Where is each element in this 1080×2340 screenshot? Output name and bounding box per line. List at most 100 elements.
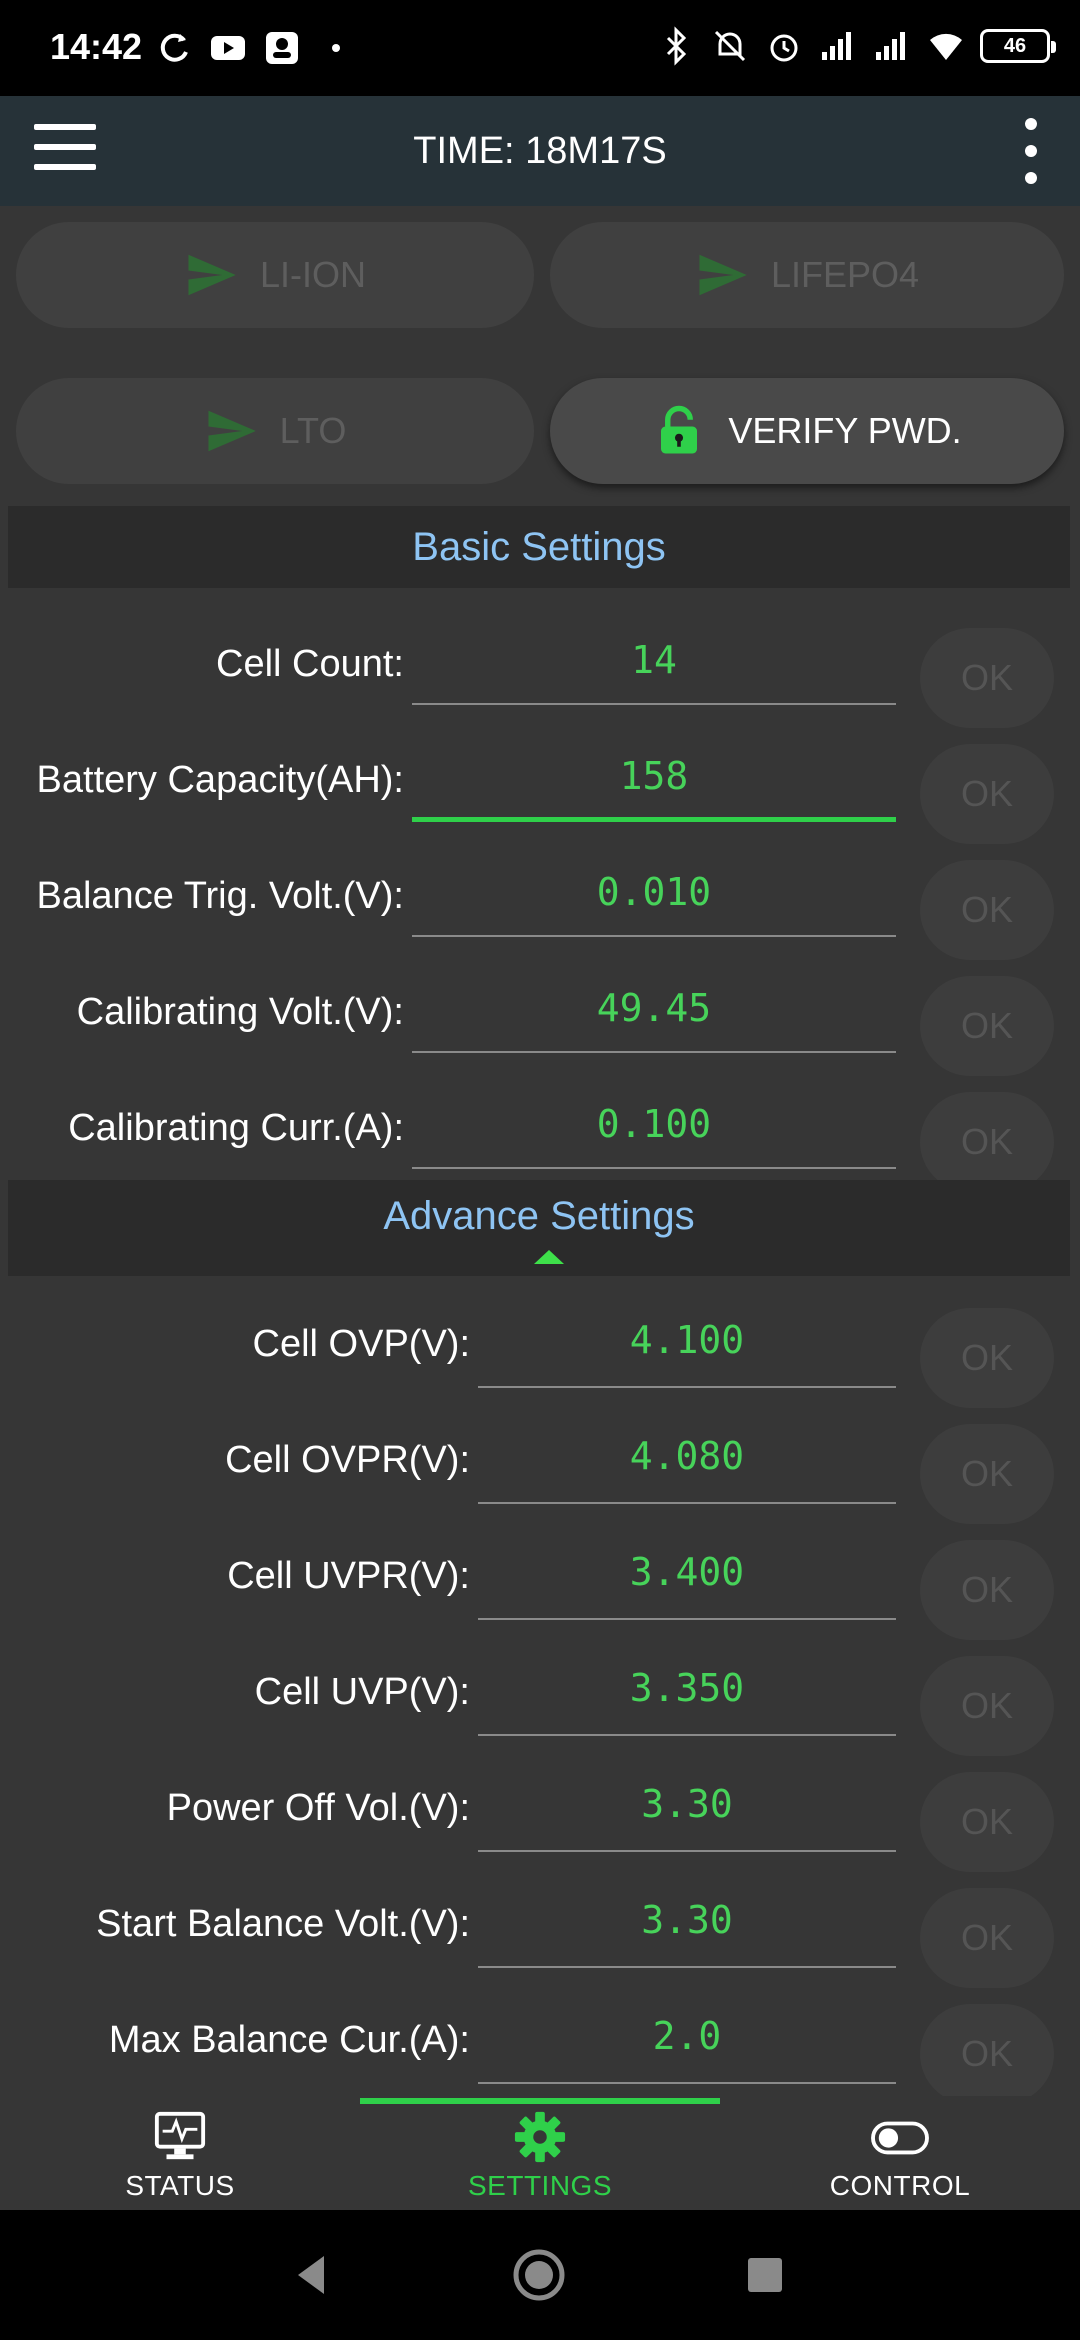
chip-lto[interactable]: LTO xyxy=(16,378,534,484)
home-icon[interactable] xyxy=(506,2242,572,2308)
nav-settings[interactable]: SETTINGS xyxy=(360,2110,720,2210)
calibrating-curr-input[interactable]: 0.100 xyxy=(412,1090,896,1158)
balance-trig-volt-input[interactable]: 0.010 xyxy=(412,858,896,926)
cell-uvp-input[interactable]: 3.350 xyxy=(478,1654,896,1722)
ok-button[interactable]: OK xyxy=(920,2004,1054,2096)
app-bar: TIME: 18M17S xyxy=(0,96,1080,206)
ok-button[interactable]: OK xyxy=(920,628,1054,728)
setting-row-cell-count: Cell Count: 14 OK xyxy=(0,606,1080,728)
input-underline xyxy=(478,1502,896,1504)
mute-icon xyxy=(714,30,746,62)
verify-password-button[interactable]: VERIFY PWD. xyxy=(550,378,1064,484)
status-bar: 14:42 46 xyxy=(0,0,1080,96)
cell-ovp-input[interactable]: 4.100 xyxy=(478,1306,896,1374)
battery-indicator: 46 xyxy=(980,29,1056,63)
max-balance-cur-input[interactable]: 2.0 xyxy=(478,2002,896,2070)
status-time: 14:42 xyxy=(50,26,143,67)
setting-row-cell-ovp: Cell OVP(V): 4.100 OK xyxy=(0,1286,1080,1408)
setting-row-start-balance-volt: Start Balance Volt.(V): 3.30 OK xyxy=(0,1866,1080,1988)
input-underline xyxy=(478,2082,896,2084)
signal-icon xyxy=(822,32,851,60)
setting-row-max-balance-cur: Max Balance Cur.(A): 2.0 OK xyxy=(0,1982,1080,2096)
cell-count-input[interactable]: 14 xyxy=(412,626,896,694)
ok-button[interactable]: OK xyxy=(920,744,1054,844)
ok-button[interactable]: OK xyxy=(920,1888,1054,1988)
dot-icon xyxy=(332,44,340,52)
cell-uvpr-input[interactable]: 3.400 xyxy=(478,1538,896,1606)
basic-settings-header[interactable]: Basic Settings xyxy=(8,506,1070,588)
recents-icon[interactable] xyxy=(732,2242,798,2308)
sync-icon xyxy=(160,33,188,62)
setting-row-cell-uvp: Cell UVP(V): 3.350 OK xyxy=(0,1634,1080,1756)
alarm-icon xyxy=(770,34,798,62)
setting-row-power-off-vol: Power Off Vol.(V): 3.30 OK xyxy=(0,1750,1080,1872)
app-icon xyxy=(266,32,298,64)
input-underline xyxy=(412,1051,896,1053)
send-icon xyxy=(188,254,236,296)
calibrating-volt-input[interactable]: 49.45 xyxy=(412,974,896,1042)
chip-label: VERIFY PWD. xyxy=(728,410,962,451)
setting-label: Cell OVPR(V): xyxy=(225,1438,470,1481)
setting-label: Calibrating Volt.(V): xyxy=(76,990,404,1033)
input-underline xyxy=(412,703,896,705)
setting-row-cell-ovpr: Cell OVPR(V): 4.080 OK xyxy=(0,1402,1080,1524)
setting-label: Max Balance Cur.(A): xyxy=(108,2018,470,2061)
setting-label: Calibrating Curr.(A): xyxy=(68,1106,404,1149)
ok-button[interactable]: OK xyxy=(920,1308,1054,1408)
advance-settings-header[interactable]: Advance Settings xyxy=(8,1180,1070,1276)
setting-label: Balance Trig. Volt.(V): xyxy=(36,874,405,917)
ok-button[interactable]: OK xyxy=(920,1772,1054,1872)
setting-label: Battery Capacity(AH): xyxy=(36,758,404,801)
setting-row-cell-uvpr: Cell UVPR(V): 3.400 OK xyxy=(0,1518,1080,1640)
battery-level: 46 xyxy=(1003,34,1027,57)
ok-button[interactable]: OK xyxy=(920,1424,1054,1524)
start-balance-volt-input[interactable]: 3.30 xyxy=(478,1886,896,1954)
unlock-icon xyxy=(661,405,698,454)
battery-capacity-input[interactable]: 158 xyxy=(412,742,896,810)
ok-button[interactable]: OK xyxy=(920,1656,1054,1756)
input-underline xyxy=(478,1850,896,1852)
gear-icon xyxy=(514,2111,566,2163)
input-underline xyxy=(478,1386,896,1388)
signal-icon xyxy=(876,32,905,60)
overflow-menu-button[interactable] xyxy=(1016,118,1046,184)
chip-label: LTO xyxy=(279,410,347,451)
send-icon xyxy=(208,410,256,452)
settings-content: LI-ION LIFEPO4 LTO VERIFY PWD. Basic Set… xyxy=(0,206,1080,2096)
nav-control[interactable]: CONTROL xyxy=(720,2110,1080,2210)
input-underline xyxy=(478,1734,896,1736)
chip-li-ion[interactable]: LI-ION xyxy=(16,222,534,328)
nav-label: CONTROL xyxy=(829,2170,971,2201)
input-underline xyxy=(478,1618,896,1620)
active-tab-indicator xyxy=(360,2098,720,2104)
input-underline xyxy=(412,935,896,937)
input-underline xyxy=(412,1167,896,1169)
ok-button[interactable]: OK xyxy=(920,1092,1054,1192)
input-underline xyxy=(478,1966,896,1968)
back-icon[interactable] xyxy=(280,2242,346,2308)
youtube-icon xyxy=(211,36,245,60)
setting-row-battery-capacity: Battery Capacity(AH): 158 OK xyxy=(0,722,1080,844)
setting-row-calibrating-curr: Calibrating Curr.(A): 0.100 OK xyxy=(0,1070,1080,1192)
setting-label: Start Balance Volt.(V): xyxy=(96,1902,470,1945)
nav-label: STATUS xyxy=(125,2170,235,2201)
ok-button[interactable]: OK xyxy=(920,1540,1054,1640)
cell-ovpr-input[interactable]: 4.080 xyxy=(478,1422,896,1490)
page-title: TIME: 18M17S xyxy=(413,130,667,172)
system-icons: 46 xyxy=(656,26,1056,66)
setting-row-calibrating-volt: Calibrating Volt.(V): 49.45 OK xyxy=(0,954,1080,1076)
nav-status[interactable]: STATUS xyxy=(0,2110,360,2210)
section-title: Basic Settings xyxy=(412,524,666,569)
section-title: Advance Settings xyxy=(383,1193,695,1238)
setting-label: Power Off Vol.(V): xyxy=(166,1786,470,1829)
wifi-icon xyxy=(930,33,962,60)
ok-button[interactable]: OK xyxy=(920,976,1054,1076)
monitor-pulse-icon xyxy=(154,2111,206,2160)
power-off-vol-input[interactable]: 3.30 xyxy=(478,1770,896,1838)
collapse-caret-icon xyxy=(534,1250,564,1264)
setting-label: Cell UVPR(V): xyxy=(227,1554,470,1597)
chip-lifepo4[interactable]: LIFEPO4 xyxy=(550,222,1064,328)
setting-label: Cell UVP(V): xyxy=(254,1670,470,1713)
chip-label: LIFEPO4 xyxy=(770,254,920,295)
ok-button[interactable]: OK xyxy=(920,860,1054,960)
